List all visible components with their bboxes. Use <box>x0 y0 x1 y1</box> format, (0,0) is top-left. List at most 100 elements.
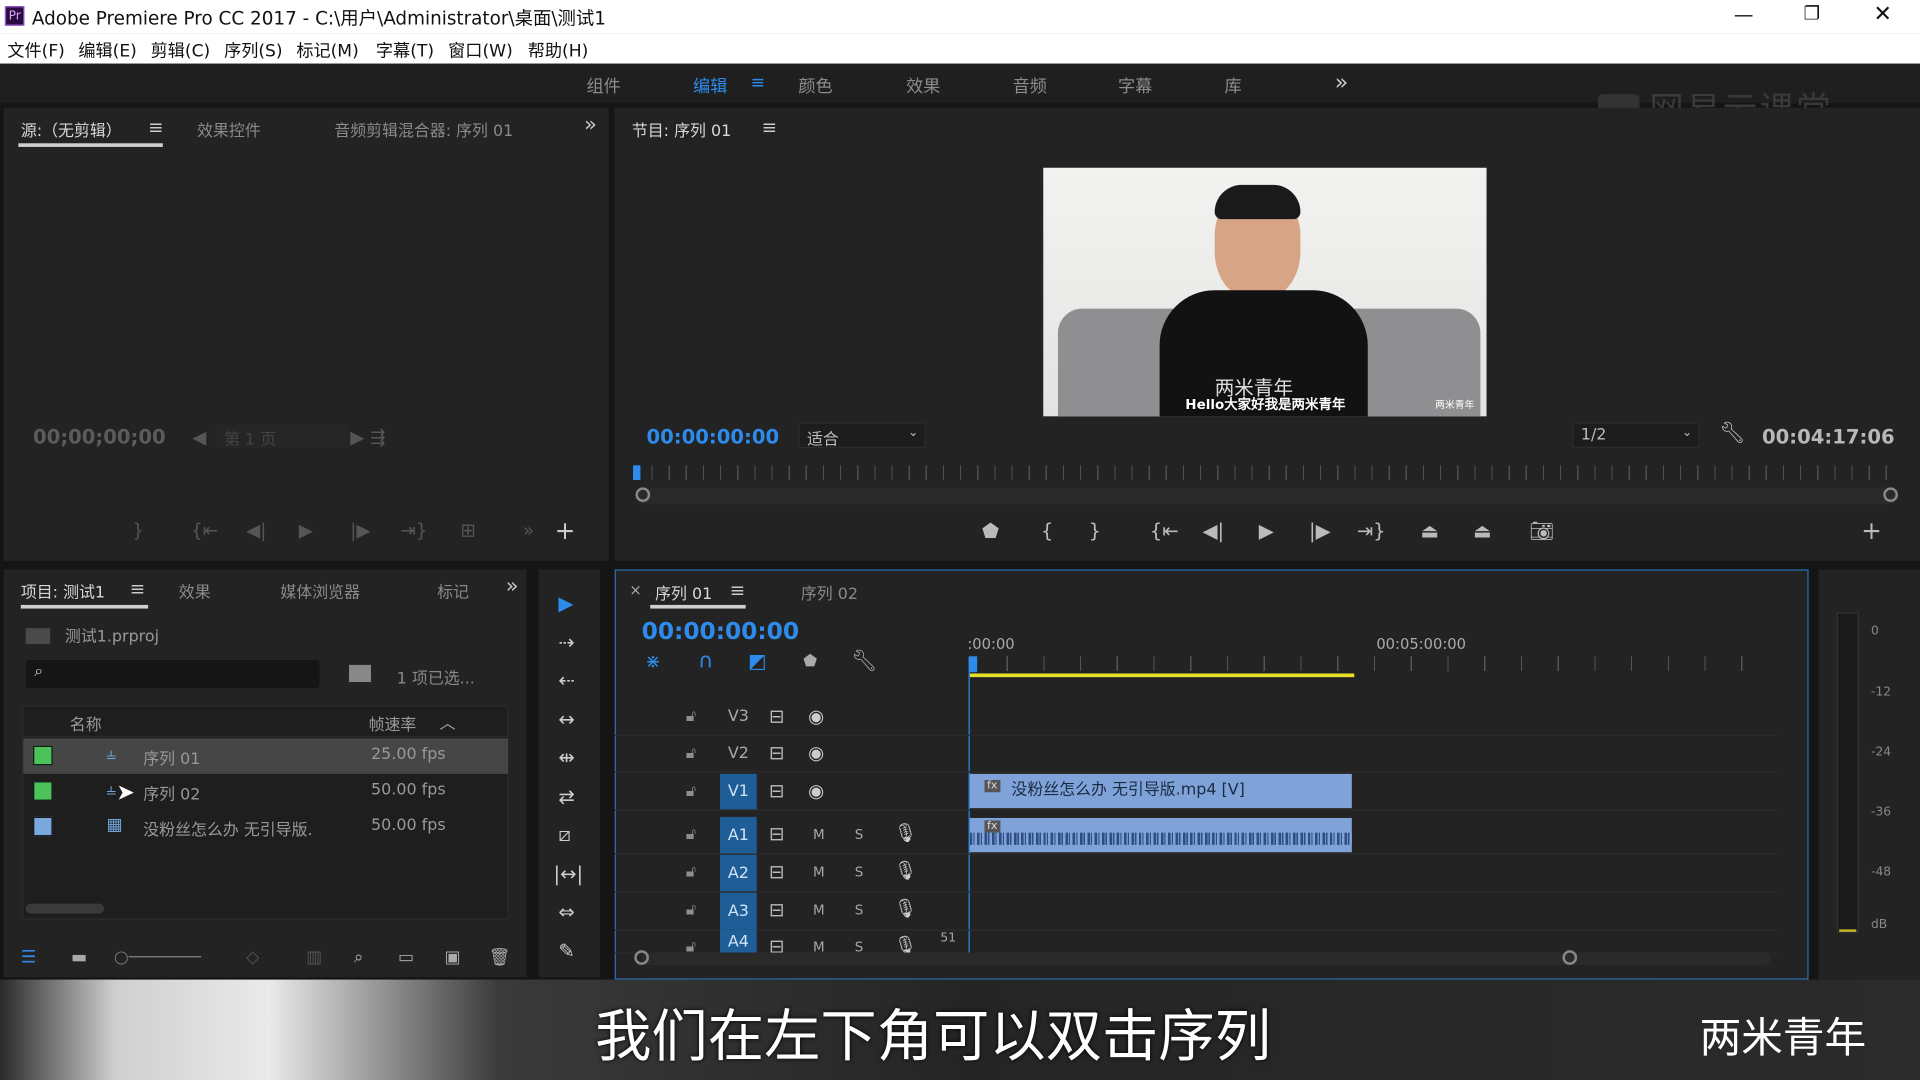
prev-page-icon[interactable]: ◀ <box>192 428 206 447</box>
step-back-icon[interactable]: ◀| <box>1202 521 1224 542</box>
workspace-tab[interactable]: 音频 <box>1013 73 1047 97</box>
tab-media-browser[interactable]: 媒体浏览器 <box>280 579 360 602</box>
sync-lock-icon[interactable]: ⊟ <box>769 744 784 762</box>
mute-button[interactable]: M <box>813 864 825 880</box>
menu-item[interactable]: 字幕(T) <box>376 38 434 62</box>
play-icon[interactable]: ▶ <box>299 521 313 540</box>
track-target[interactable]: A1 <box>720 816 757 854</box>
sync-lock-icon[interactable]: ⊟ <box>769 782 784 800</box>
mute-button[interactable]: M <box>813 902 825 918</box>
solo-button[interactable]: S <box>855 827 864 843</box>
go-to-in-icon[interactable]: {⇤ <box>1150 521 1179 542</box>
close-tab-button[interactable]: × <box>629 582 641 599</box>
project-item[interactable]: ⫨ 序列 01 25.00 fps <box>23 738 509 774</box>
program-ruler[interactable] <box>634 465 1896 481</box>
menu-item[interactable]: 剪辑(C) <box>151 38 211 62</box>
go-to-out-icon[interactable]: ⇥} <box>1357 521 1386 542</box>
slide-tool-icon[interactable]: |↔| <box>553 863 583 884</box>
tab-effect-controls[interactable]: 效果控件 <box>197 118 261 140</box>
add-button-icon[interactable]: + <box>1861 518 1882 542</box>
menu-item[interactable]: 窗口(W) <box>448 38 513 62</box>
zoom-handle-right[interactable] <box>1883 487 1898 503</box>
project-search-input[interactable]: ⌕ <box>25 660 320 689</box>
add-marker-icon[interactable]: ⬟ <box>982 521 999 542</box>
page-field[interactable]: 第 1 页 <box>214 423 349 449</box>
timeline-h-scrollbar[interactable] <box>634 950 1771 965</box>
audio-track[interactable]: 🔓︎ A4 ⊟ M S 🎙︎ 51 <box>614 929 1778 954</box>
pen-tool-icon[interactable]: ⇔ <box>558 902 574 922</box>
mark-out-icon[interactable]: } <box>1089 521 1101 542</box>
insert-icon[interactable]: ⊞ <box>460 521 475 540</box>
lock-icon[interactable]: 🔓︎ <box>686 902 696 918</box>
eye-icon[interactable]: ◉ <box>808 782 824 800</box>
ripple-edit-tool-icon[interactable]: ⇠ <box>558 670 574 691</box>
track-target[interactable]: A4 <box>720 929 757 953</box>
clip-video[interactable]: fx 没粉丝怎么办 无引导版.mp4 [V] <box>969 773 1352 809</box>
workspace-tab[interactable]: 效果 <box>906 73 940 97</box>
more-tabs-icon[interactable]: » <box>584 114 597 136</box>
extract-icon[interactable]: ⏏ <box>1473 521 1492 542</box>
restore-button[interactable]: ❐ <box>1804 2 1820 24</box>
lock-icon[interactable]: 🔓︎ <box>686 864 696 880</box>
eye-icon[interactable]: ◉ <box>808 744 824 762</box>
panel-menu-icon[interactable]: ≡ <box>730 581 745 600</box>
microphone-icon[interactable]: 🎙︎ <box>894 899 917 918</box>
workspace-tab[interactable]: 编辑 <box>693 73 727 97</box>
menu-item[interactable]: 标记(M) <box>296 38 358 62</box>
clip-audio[interactable]: fx <box>969 817 1352 853</box>
zoom-handle-left[interactable] <box>635 487 651 503</box>
add-button-icon[interactable]: + <box>555 518 576 542</box>
sort-icon[interactable]: ◇ <box>246 949 259 966</box>
lock-icon[interactable]: 🔓︎ <box>686 827 696 843</box>
workspace-more-button[interactable]: » <box>1335 70 1348 96</box>
video-track[interactable]: 🔓︎ V2 ⊟ ◉ <box>614 736 1778 773</box>
list-view-icon[interactable]: ☰ <box>21 949 36 966</box>
go-to-in-icon[interactable]: {⇤ <box>191 521 218 540</box>
project-item[interactable]: ⫨ 序列 02 50.00 fps <box>23 774 508 810</box>
step-forward-icon[interactable]: |▶ <box>350 521 370 540</box>
sync-lock-icon[interactable]: ⊟ <box>769 825 784 843</box>
panel-menu-icon[interactable]: ≡ <box>148 118 163 137</box>
tab-sequence-02[interactable]: 序列 02 <box>801 580 858 603</box>
label-color-swatch[interactable] <box>33 745 53 766</box>
track-target[interactable]: A3 <box>720 892 757 930</box>
selection-tool-icon[interactable]: ▶ <box>558 593 573 614</box>
timeline-ruler[interactable] <box>969 656 1754 672</box>
tab-sequence-01[interactable]: 序列 01 <box>655 580 712 603</box>
more-tabs-icon[interactable]: » <box>506 576 519 598</box>
microphone-icon[interactable]: 🎙︎ <box>894 823 917 842</box>
close-button[interactable]: ✕ <box>1873 1 1891 27</box>
timeline-playhead[interactable] <box>968 656 978 673</box>
microphone-icon[interactable]: 🎙︎ <box>894 861 917 880</box>
find-icon[interactable]: ⌕ <box>354 949 364 966</box>
lift-icon[interactable]: ⏏ <box>1420 521 1439 542</box>
audio-track[interactable]: 🔓︎ A3 ⊟ M S 🎙︎ <box>614 892 1778 931</box>
step-back-icon[interactable]: ◀| <box>246 521 266 540</box>
find-bin-icon[interactable] <box>348 664 372 683</box>
column-name[interactable]: 名称 <box>70 711 102 734</box>
label-color-swatch[interactable] <box>33 781 53 801</box>
timeline-timecode[interactable]: 00:00:00:00 <box>642 618 799 645</box>
label-color-swatch[interactable] <box>33 816 53 837</box>
new-bin-icon[interactable]: ▭ <box>398 949 414 966</box>
eye-icon[interactable]: ◉ <box>808 707 824 726</box>
next-page-icon[interactable]: ▶ ⇶ <box>350 428 385 447</box>
nest-toggle-icon[interactable]: ⋇ <box>645 652 660 671</box>
tab-audio-clip-mixer[interactable]: 音频剪辑混合器: 序列 01 <box>334 118 513 140</box>
tab-project[interactable]: 项目: 测试1 <box>21 579 105 602</box>
workspace-tab[interactable]: 库 <box>1224 73 1241 97</box>
panel-menu-icon[interactable]: ≡ <box>130 580 145 598</box>
menu-item[interactable]: 序列(S) <box>224 38 283 62</box>
zoom-slider[interactable]: ○─────── <box>114 949 201 966</box>
icon-view-icon[interactable]: ▬ <box>71 949 87 966</box>
resolution-dropdown[interactable]: 1/2 ⌄ <box>1572 422 1700 449</box>
mark-out-icon[interactable]: } <box>132 521 144 540</box>
tab-markers[interactable]: 标记 <box>437 579 471 602</box>
workspace-tab[interactable]: 颜色 <box>798 73 832 97</box>
program-playhead[interactable] <box>633 465 641 481</box>
tab-source[interactable]: 源:（无剪辑） <box>21 118 122 140</box>
lock-icon[interactable]: 🔓︎ <box>686 746 696 762</box>
sync-lock-icon[interactable]: ⊟ <box>769 901 784 919</box>
more-controls-icon[interactable]: » <box>523 521 534 540</box>
tab-program[interactable]: 节目: 序列 01 <box>632 118 731 140</box>
